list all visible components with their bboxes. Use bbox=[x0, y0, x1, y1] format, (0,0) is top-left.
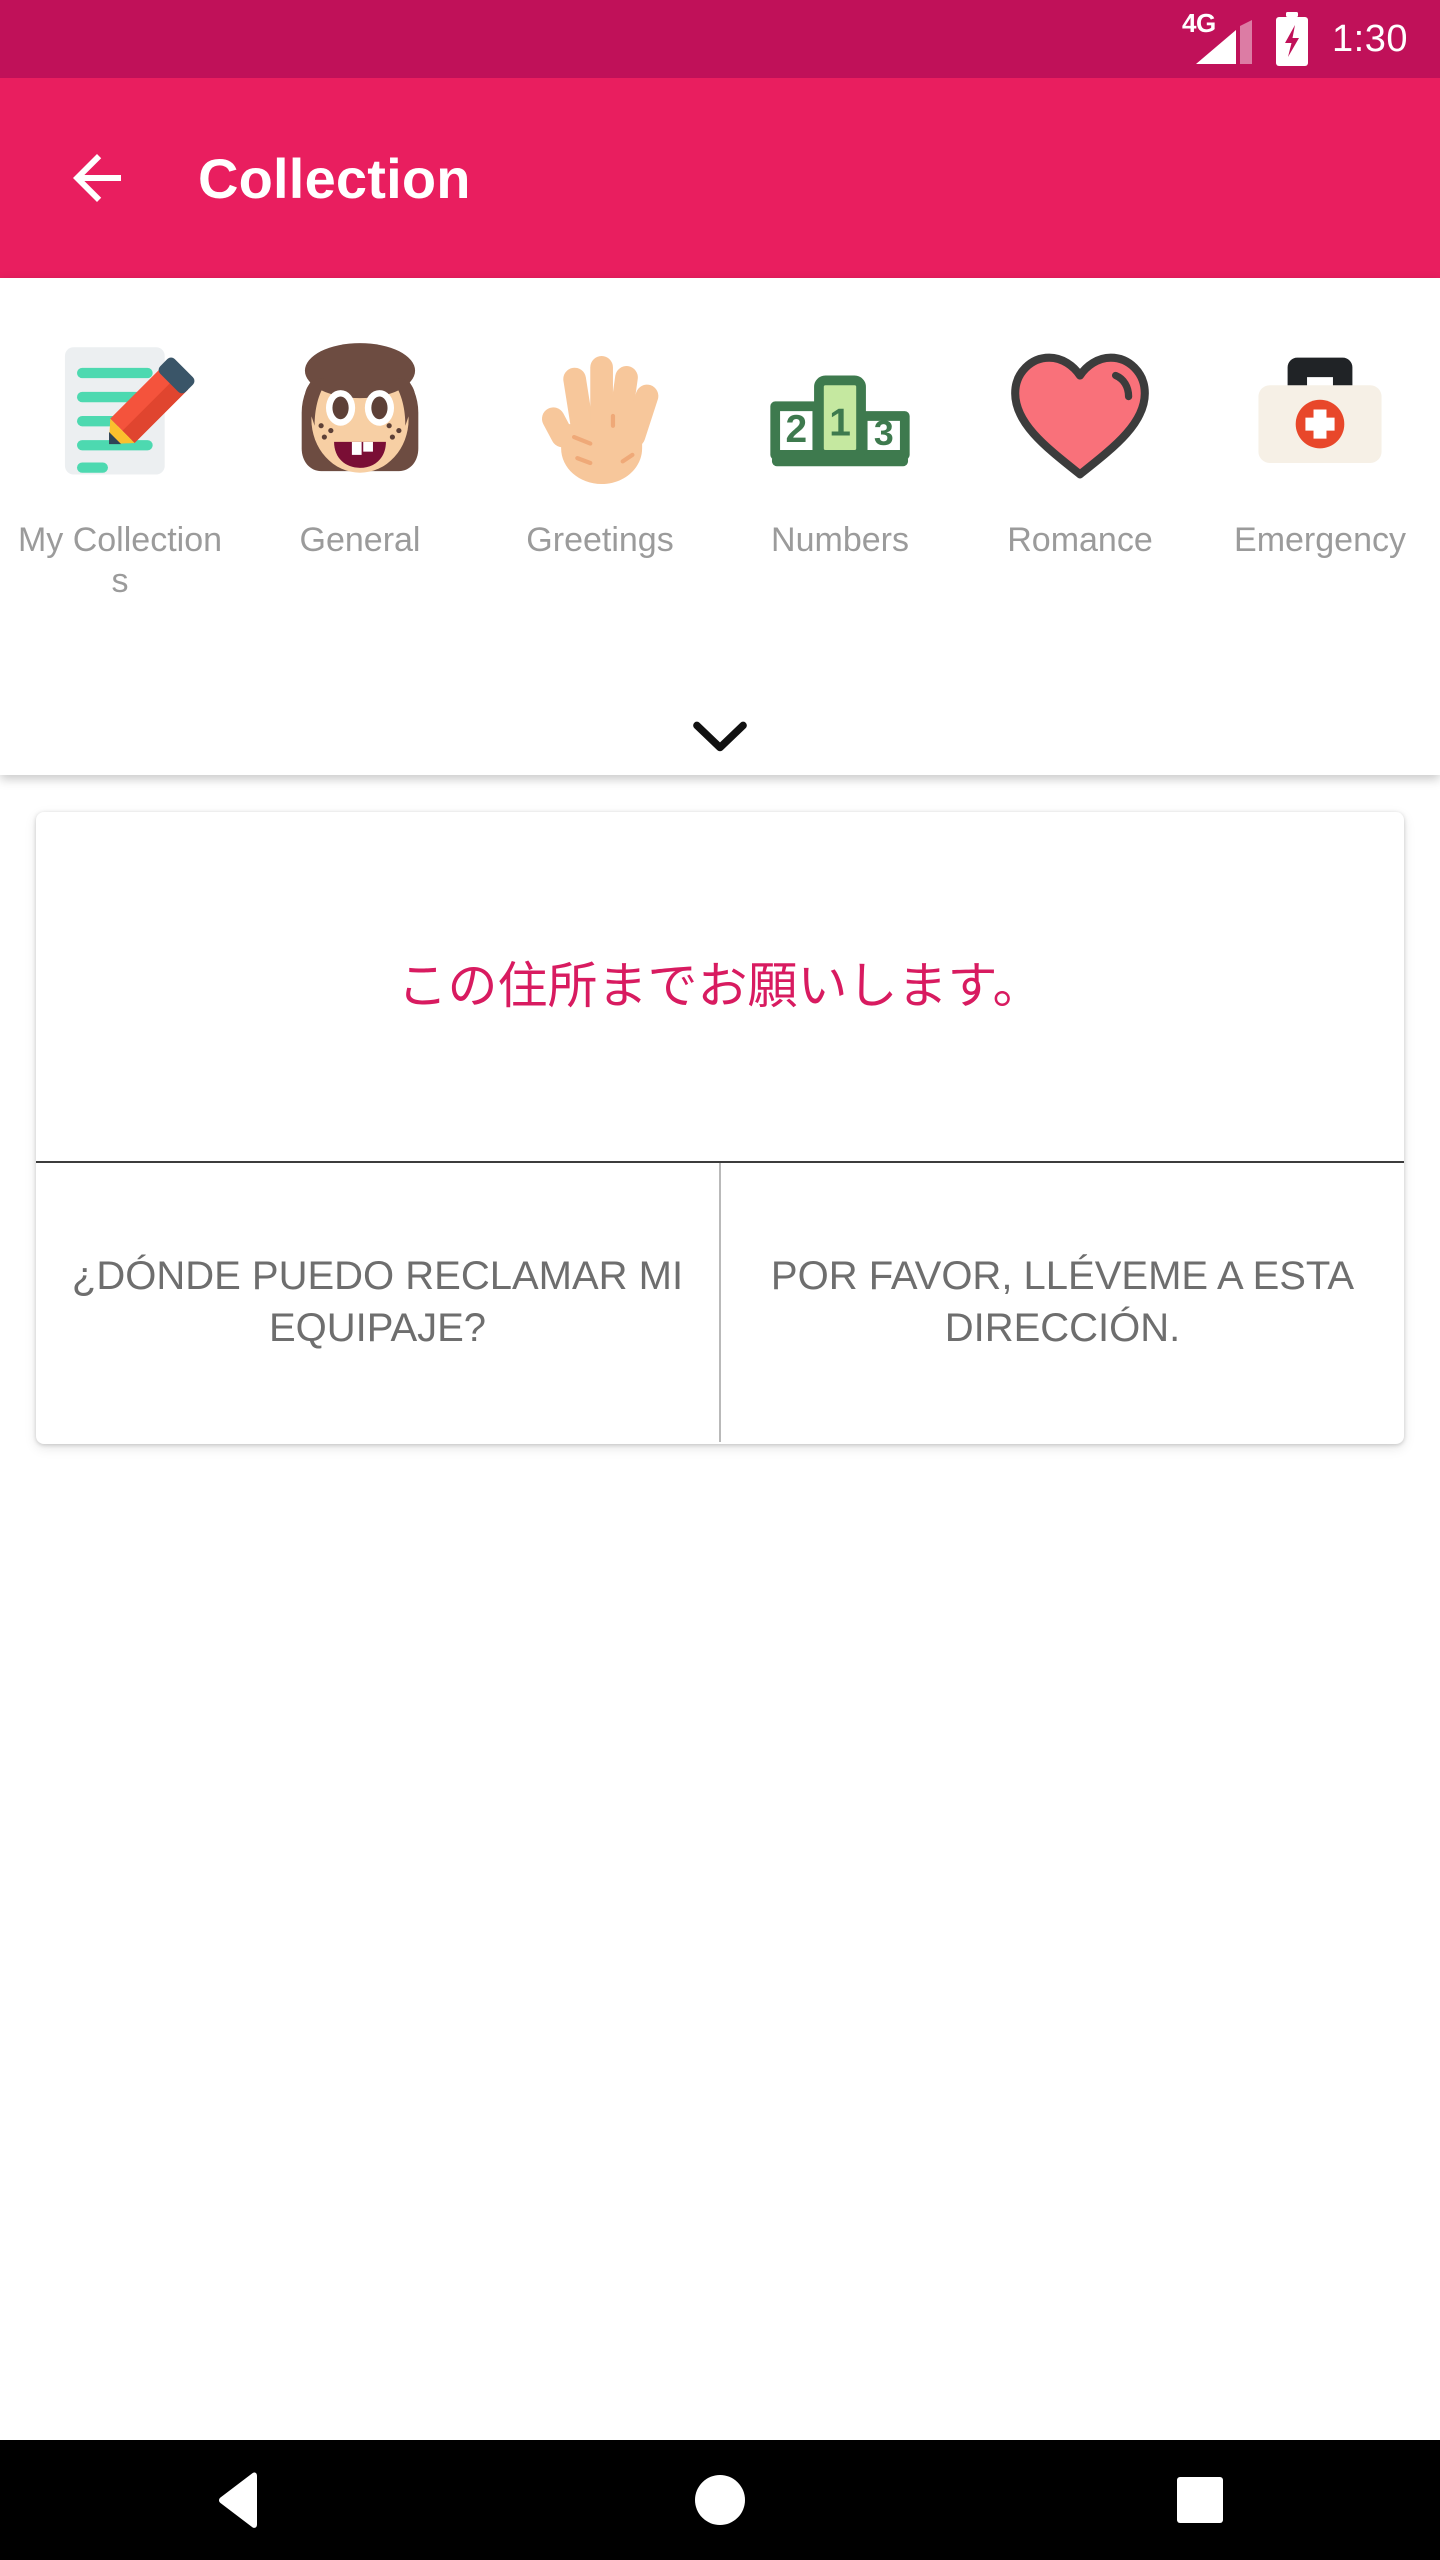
podium-123-icon: 2 1 3 bbox=[750, 326, 930, 506]
app-bar: Collection bbox=[0, 78, 1440, 278]
back-button[interactable] bbox=[42, 123, 152, 233]
signal-bars-icon: 4G bbox=[1182, 10, 1253, 66]
nav-back-button[interactable] bbox=[0, 2440, 480, 2560]
phrase-option-text: POR FAVOR, LLÉVEME A ESTA DIRECCIÓN. bbox=[770, 1254, 1355, 1350]
first-aid-kit-icon bbox=[1230, 326, 1410, 506]
category-label: Numbers bbox=[771, 521, 909, 559]
chevron-down-icon bbox=[693, 721, 747, 752]
app-screen: 4G 1:30 Collection My Collections Genera… bbox=[0, 0, 1440, 2560]
triangle-back-icon bbox=[219, 2472, 257, 2528]
clock-time: 1:30 bbox=[1332, 18, 1408, 60]
battery-charging-icon bbox=[1274, 12, 1310, 66]
status-bar: 4G 1:30 bbox=[0, 0, 1440, 78]
phrase-card[interactable]: この住所までお願いします。 ¿DÓNDE PUEDO RECLAMAR MI E… bbox=[36, 812, 1404, 1444]
memo-pencil-icon bbox=[30, 326, 210, 506]
category-item-my-collections[interactable]: My Collections bbox=[0, 326, 240, 603]
category-label: Emergency bbox=[1234, 521, 1406, 559]
svg-text:1: 1 bbox=[829, 401, 851, 444]
category-item-greetings[interactable]: Greetings bbox=[480, 326, 720, 603]
phrase-main-text: この住所までお願いします。 bbox=[397, 958, 1043, 1014]
svg-text:3: 3 bbox=[874, 413, 894, 453]
heart-icon bbox=[990, 326, 1170, 506]
phrase-options-row: ¿DÓNDE PUEDO RECLAMAR MI EQUIPAJE? POR F… bbox=[36, 1163, 1404, 1442]
circle-home-icon bbox=[695, 2475, 745, 2525]
system-navigation-bar bbox=[0, 2440, 1440, 2560]
category-label: My Collections bbox=[17, 521, 223, 601]
square-recents-icon bbox=[1177, 2477, 1223, 2523]
signal-triangle bbox=[1196, 20, 1253, 64]
status-bar-icons: 4G 1:30 bbox=[1182, 10, 1408, 66]
nav-home-button[interactable] bbox=[480, 2440, 960, 2560]
expand-categories-button[interactable] bbox=[665, 700, 775, 776]
nav-recents-button[interactable] bbox=[960, 2440, 1440, 2560]
category-label: Greetings bbox=[526, 521, 674, 559]
category-item-numbers[interactable]: 2 1 3 Numbers bbox=[720, 326, 960, 603]
category-row: My Collections General Greetings 2 1 3 N… bbox=[0, 326, 1440, 603]
phrase-option-left[interactable]: ¿DÓNDE PUEDO RECLAMAR MI EQUIPAJE? bbox=[36, 1163, 719, 1442]
phrase-option-text: ¿DÓNDE PUEDO RECLAMAR MI EQUIPAJE? bbox=[71, 1254, 684, 1350]
open-hand-icon bbox=[510, 326, 690, 506]
page-title: Collection bbox=[198, 146, 471, 210]
category-item-general[interactable]: General bbox=[240, 326, 480, 603]
arrow-left-icon bbox=[73, 154, 121, 202]
phrase-main-row[interactable]: この住所までお願いします。 bbox=[36, 812, 1404, 1163]
category-label: General bbox=[299, 521, 421, 559]
category-label: Romance bbox=[1007, 521, 1153, 559]
category-item-emergency[interactable]: Emergency bbox=[1200, 326, 1440, 603]
phrase-option-right[interactable]: POR FAVOR, LLÉVEME A ESTA DIRECCIÓN. bbox=[719, 1163, 1404, 1442]
svg-text:2: 2 bbox=[785, 408, 807, 451]
category-item-romance[interactable]: Romance bbox=[960, 326, 1200, 603]
girl-face-icon bbox=[270, 326, 450, 506]
